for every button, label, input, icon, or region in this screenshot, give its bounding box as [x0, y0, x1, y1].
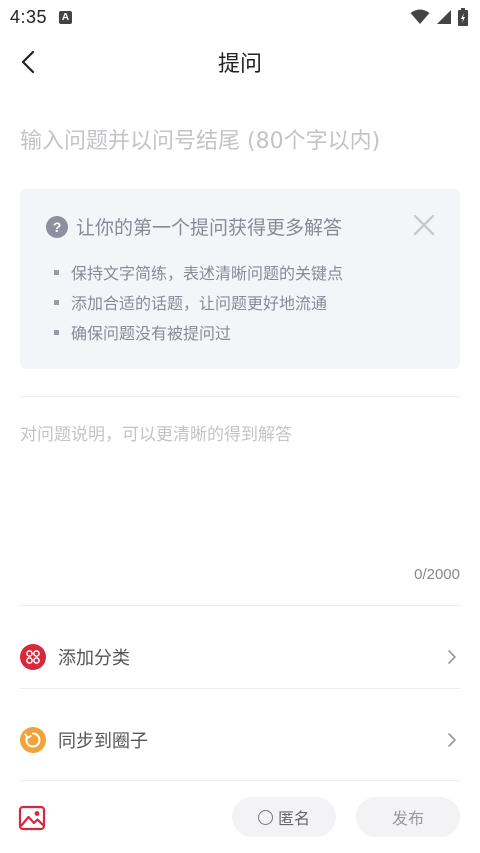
- tip-text: 确保问题没有被提问过: [71, 324, 232, 343]
- tip-text: 保持文字简练，表述清晰问题的关键点: [71, 264, 344, 283]
- anonymous-toggle[interactable]: 匿名: [232, 797, 336, 837]
- anonymous-label: 匿名: [277, 809, 310, 828]
- bottom-toolbar: 匿名 发布: [0, 780, 480, 853]
- sync-to-circle-label: 同步到圈子: [58, 731, 148, 752]
- question-mark-icon: ?: [46, 215, 68, 238]
- tip-item: 确保问题没有被提问过: [54, 317, 343, 347]
- tip-item: 保持文字简练，表述清晰问题的关键点: [54, 257, 343, 287]
- category-icon: [20, 644, 46, 670]
- add-category-row[interactable]: 添加分类: [20, 616, 460, 698]
- sync-to-circle-row[interactable]: 同步到圈子: [20, 699, 460, 781]
- description-input[interactable]: [20, 420, 460, 560]
- bullet-icon: [54, 329, 59, 335]
- page-title: 提问: [217, 52, 262, 77]
- chevron-left-icon: [21, 50, 35, 74]
- image-icon[interactable]: [18, 804, 46, 832]
- notification-icon: A: [59, 10, 73, 24]
- chevron-right-icon: [448, 650, 456, 664]
- sync-circle-icon: [20, 727, 46, 753]
- tips-title: 让你的第一个提问获得更多解答: [76, 217, 343, 239]
- header: 提问: [0, 34, 480, 90]
- wifi-icon: [410, 9, 430, 24]
- tips-list: 保持文字简练，表述清晰问题的关键点 添加合适的话题，让问题更好地流通 确保问题没…: [54, 257, 343, 347]
- char-count: 0/2000: [414, 566, 460, 583]
- status-time: 4:35: [10, 6, 48, 27]
- back-button[interactable]: [10, 44, 46, 80]
- publish-button[interactable]: 发布: [356, 797, 460, 837]
- question-title-input[interactable]: [20, 118, 460, 164]
- bullet-icon: [54, 269, 59, 275]
- add-category-label: 添加分类: [58, 648, 130, 669]
- radio-circle-icon: [257, 809, 273, 825]
- divider: [20, 396, 460, 397]
- tips-header: ? 让你的第一个提问获得更多解答: [46, 213, 342, 240]
- close-icon[interactable]: [412, 213, 436, 237]
- tip-item: 添加合适的话题，让问题更好地流通: [54, 287, 343, 317]
- tips-card: ? 让你的第一个提问获得更多解答 保持文字简练，表述清晰问题的关键点 添加合适的…: [20, 189, 460, 369]
- tip-text: 添加合适的话题，让问题更好地流通: [71, 294, 328, 313]
- chevron-right-icon: [448, 733, 456, 747]
- battery-icon: [458, 8, 468, 26]
- status-bar: 4:35 A: [0, 0, 480, 34]
- status-icons: [410, 8, 468, 26]
- bullet-icon: [54, 299, 59, 305]
- signal-icon: [437, 10, 451, 24]
- divider: [20, 688, 460, 689]
- divider: [20, 605, 460, 606]
